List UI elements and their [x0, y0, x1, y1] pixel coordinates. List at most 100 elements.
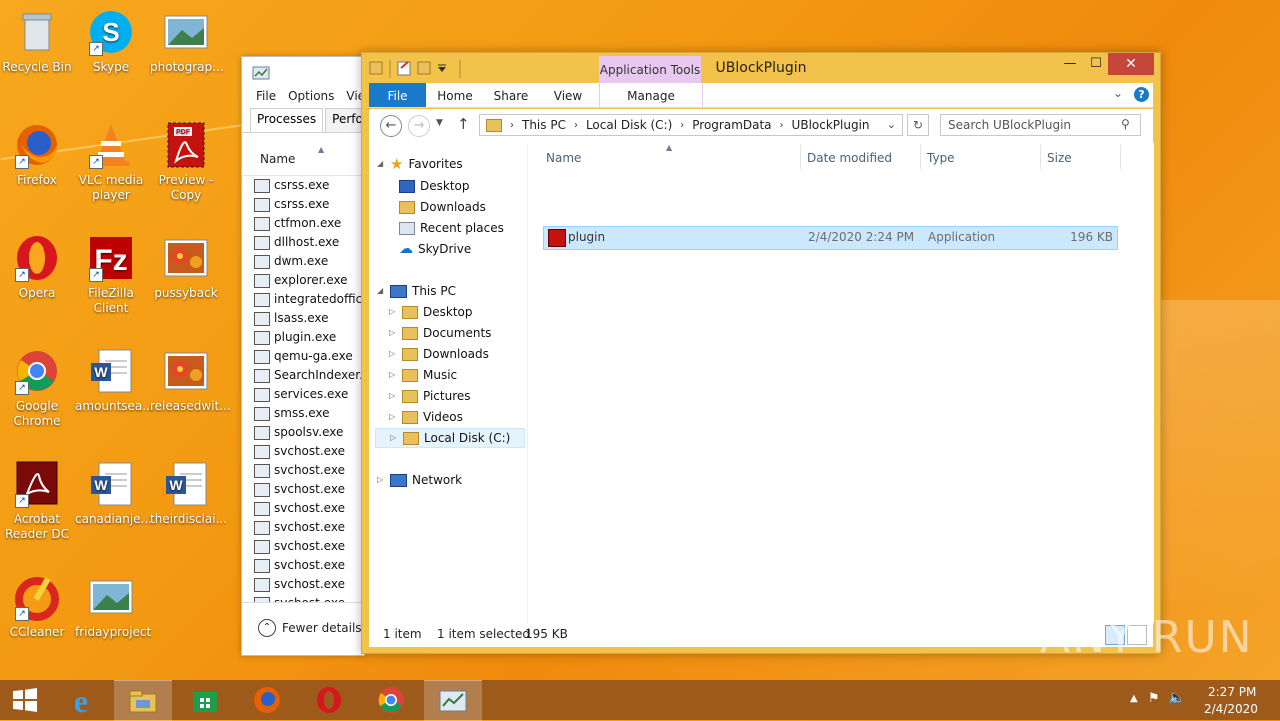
process-row[interactable]: explorer.exe [242, 271, 364, 290]
process-row[interactable]: ctfmon.exe [242, 214, 364, 233]
process-row[interactable]: svchost.exe [242, 480, 364, 499]
desktop-icon-ccleaner[interactable]: ↗ CCleaner [1, 573, 73, 640]
explorer-titlebar[interactable]: Application Tools UBlockPlugin — ☐ ✕ [362, 53, 1160, 83]
process-row[interactable]: dllhost.exe [242, 233, 364, 252]
column-separator[interactable] [1040, 145, 1041, 169]
desktop-icon-filezilla[interactable]: Fz ↗ FileZilla Client [75, 234, 147, 316]
breadcrumb-local-disk[interactable]: Local Disk (C:) [586, 118, 672, 132]
desktop-icon-amountsea[interactable]: W amountsea... [75, 347, 154, 414]
expand-arrow-icon[interactable]: ▷ [389, 344, 397, 364]
desktop-icon-recycle-bin[interactable]: Recycle Bin [1, 8, 73, 75]
taskbar-internet-explorer[interactable]: e [52, 680, 110, 720]
column-header-type[interactable]: Type [927, 151, 955, 165]
menu-file[interactable]: File [256, 85, 276, 107]
process-row[interactable]: svchost.exe [242, 499, 364, 518]
help-icon[interactable]: ? [1134, 87, 1149, 102]
process-row[interactable]: integratedoffice.exe [242, 290, 364, 309]
process-row[interactable]: lsass.exe [242, 309, 364, 328]
process-row[interactable]: csrss.exe [242, 195, 364, 214]
nav-pc-item[interactable]: ▷ Desktop [389, 302, 473, 322]
tab-manage[interactable]: Manage [599, 83, 703, 107]
nav-favorites[interactable]: ◢ ★ Favorites [377, 154, 463, 174]
desktop-icon-acrobat[interactable]: ↗ Acrobat Reader DC [1, 460, 73, 542]
nav-this-pc[interactable]: ◢ This PC [377, 281, 456, 301]
nav-pc-item[interactable]: ▷ Documents [389, 323, 491, 343]
process-row[interactable]: csrss.exe [242, 176, 364, 195]
column-separator[interactable] [920, 145, 921, 169]
expand-arrow-icon[interactable]: ▷ [389, 302, 397, 322]
clock-time[interactable]: 2:27 PM [1208, 685, 1256, 699]
expand-arrow-icon[interactable]: ▷ [389, 407, 397, 427]
expand-arrow-icon[interactable]: ▷ [389, 323, 397, 343]
breadcrumb-ublockplugin[interactable]: UBlockPlugin [792, 118, 870, 132]
expand-arrow-icon[interactable]: ▷ [377, 470, 385, 490]
desktop-icon-photograp[interactable]: photograp... [150, 8, 224, 75]
desktop-icon-firefox[interactable]: ↗ Firefox [1, 121, 73, 188]
column-header-size[interactable]: Size [1047, 151, 1072, 165]
desktop-icon-opera[interactable]: ↗ Opera [1, 234, 73, 301]
desktop-icon-pussyback[interactable]: pussyback [150, 234, 222, 301]
desktop-icon-releasedwit[interactable]: releasedwit... [150, 347, 231, 414]
process-row[interactable]: svchost.exe [242, 461, 364, 480]
address-dropdown-icon[interactable]: ⌄ [887, 118, 896, 131]
tab-view[interactable]: View [547, 83, 589, 107]
collapse-arrow-icon[interactable]: ◢ [377, 281, 385, 301]
desktop-icon-preview-copy[interactable]: PDF Preview - Copy [150, 121, 222, 203]
taskbar-task-manager[interactable] [424, 680, 482, 721]
process-row[interactable]: svchost.exe [242, 575, 364, 594]
column-header-name[interactable]: Name [546, 151, 581, 165]
nav-pc-item[interactable]: ▷ Downloads [389, 344, 489, 364]
task-manager-titlebar[interactable] [242, 57, 364, 85]
explorer-window[interactable]: Application Tools UBlockPlugin — ☐ ✕ Fil… [361, 52, 1161, 654]
process-row[interactable]: spoolsv.exe [242, 423, 364, 442]
up-button[interactable]: ↑ [457, 115, 470, 133]
back-button[interactable]: ← [380, 115, 402, 137]
process-row[interactable]: dwm.exe [242, 252, 364, 271]
start-button[interactable] [0, 680, 50, 720]
recent-locations-chevron-icon[interactable]: ▼ [436, 118, 443, 128]
collapse-arrow-icon[interactable]: ◢ [377, 154, 385, 174]
nav-fav-downloads[interactable]: Downloads [399, 197, 486, 217]
close-button[interactable]: ✕ [1108, 53, 1154, 75]
taskbar-file-explorer[interactable] [114, 680, 172, 721]
taskbar-opera[interactable] [300, 680, 358, 720]
process-row[interactable]: svchost.exe [242, 556, 364, 575]
taskbar-store[interactable] [176, 680, 234, 720]
refresh-button[interactable]: ↻ [907, 114, 929, 136]
volume-icon[interactable]: 🔈 [1168, 690, 1185, 706]
breadcrumb-programdata[interactable]: ProgramData [692, 118, 771, 132]
desktop-icon-chrome[interactable]: ↗ Google Chrome [1, 347, 73, 429]
search-input[interactable]: Search UBlockPlugin [940, 114, 1141, 136]
column-separator[interactable] [1120, 145, 1121, 169]
process-row[interactable]: smss.exe [242, 404, 364, 423]
taskbar-firefox[interactable] [238, 680, 296, 720]
expand-arrow-icon[interactable]: ▷ [390, 428, 398, 448]
tab-performance[interactable]: Performance [325, 108, 364, 132]
expand-arrow-icon[interactable]: ▷ [389, 386, 397, 406]
desktop-icon-skype[interactable]: S ↗ Skype [75, 8, 147, 75]
task-manager-window[interactable]: File Options View Processes Performance … [241, 56, 365, 656]
nav-pc-item[interactable]: ▷ Pictures [389, 386, 471, 406]
process-row[interactable]: services.exe [242, 385, 364, 404]
tab-file[interactable]: File [369, 83, 426, 107]
ribbon-expand-chevron-icon[interactable]: ⌄ [1113, 86, 1123, 100]
menu-options[interactable]: Options [288, 85, 334, 107]
desktop-icon-fridayproject[interactable]: fridayproject [75, 573, 151, 640]
column-header-name[interactable]: Name ▲ [242, 143, 364, 176]
process-row[interactable]: svchost.exe [242, 537, 364, 556]
process-row[interactable]: qemu-ga.exe [242, 347, 364, 366]
desktop-icon-vlc[interactable]: ↗ VLC media player [75, 121, 147, 203]
fewer-details-button[interactable]: ⌃ Fewer details [258, 619, 362, 637]
show-hidden-icons-chevron-icon[interactable]: ▲ [1130, 693, 1138, 704]
process-row[interactable]: plugin.exe [242, 328, 364, 347]
action-center-flag-icon[interactable]: ⚑ [1148, 691, 1160, 706]
nav-fav-recent[interactable]: Recent places [399, 218, 504, 238]
forward-button[interactable]: → [408, 115, 430, 137]
taskbar-chrome[interactable] [362, 680, 420, 720]
process-row[interactable]: svchost.exe [242, 442, 364, 461]
tab-processes[interactable]: Processes [250, 108, 324, 132]
nav-pc-item[interactable]: ▷ Music [389, 365, 457, 385]
nav-pc-item[interactable]: ▷ Videos [389, 407, 463, 427]
nav-fav-desktop[interactable]: Desktop [399, 176, 470, 196]
expand-arrow-icon[interactable]: ▷ [389, 365, 397, 385]
